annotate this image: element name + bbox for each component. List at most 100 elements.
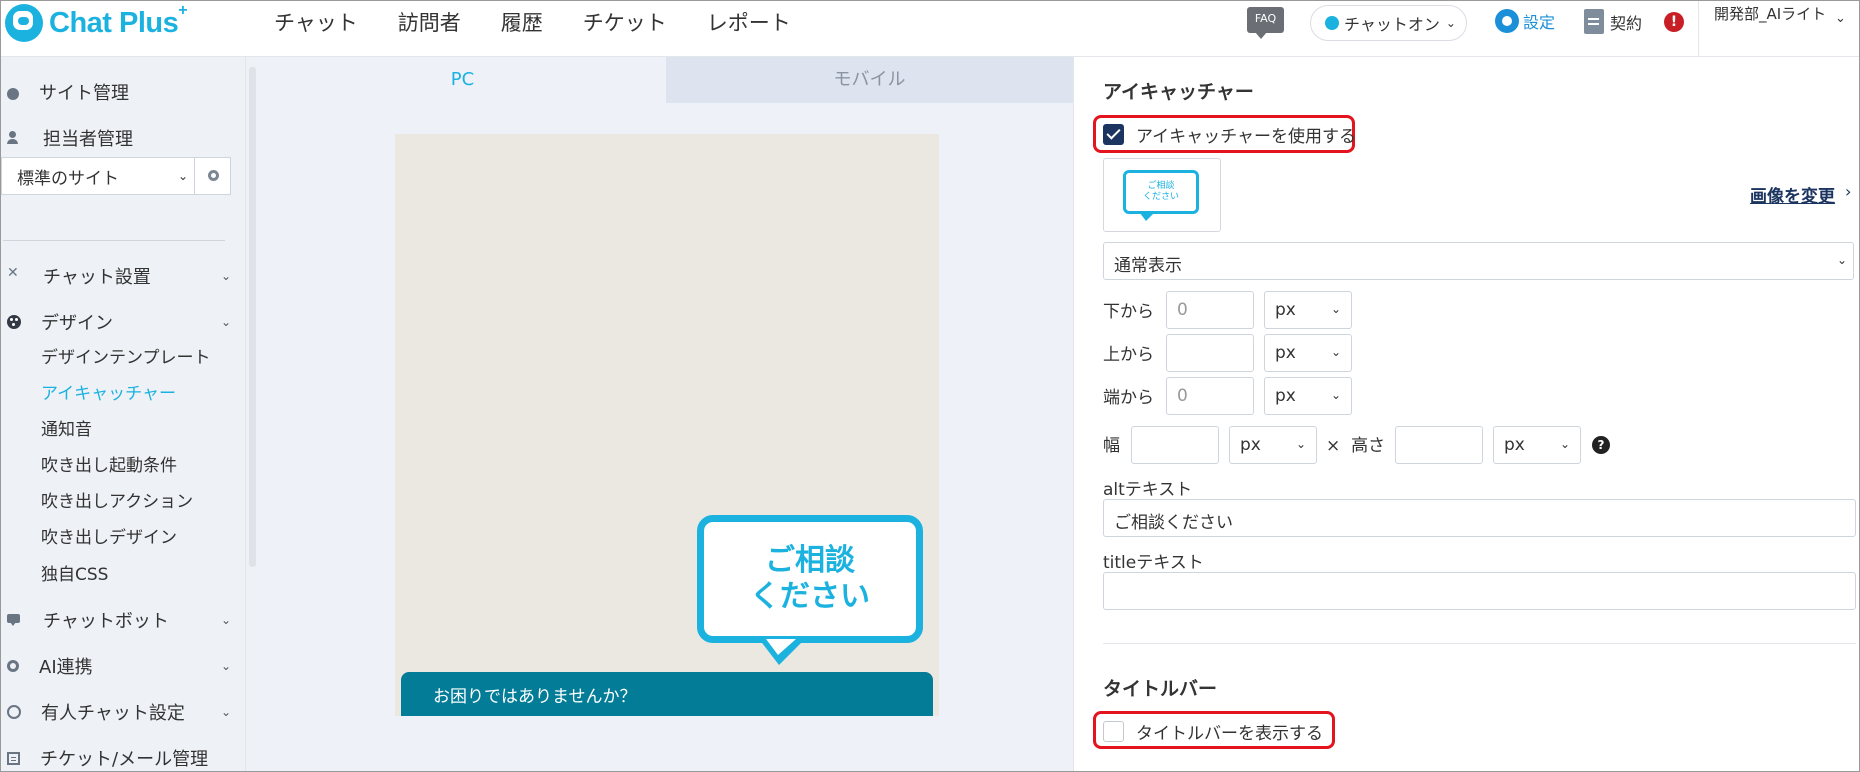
- change-image-link[interactable]: 画像を変更: [1750, 182, 1835, 207]
- sidebar-item-label: サイト管理: [39, 83, 129, 104]
- site-select[interactable]: 標準のサイト ⌄: [1, 157, 231, 195]
- settings-link[interactable]: 設定: [1495, 9, 1555, 33]
- width-unit-select[interactable]: px ⌄: [1229, 426, 1317, 464]
- scrollbar-thumb[interactable]: [249, 67, 256, 567]
- chevron-down-icon: ⌄: [220, 315, 231, 329]
- app-window: Chat Plus+ チャット 訪問者 履歴 チケット レポート FAQ チャッ…: [0, 0, 1860, 772]
- document-icon: [1584, 9, 1604, 34]
- sidebar-subitem-balloon-action[interactable]: 吹き出しアクション: [41, 487, 193, 512]
- sidebar-item-site-management[interactable]: サイト管理: [7, 79, 231, 105]
- ticket-icon: [7, 751, 20, 765]
- top-offset-unit-select[interactable]: px ⌄: [1264, 334, 1352, 372]
- bottom-offset-label: 下から: [1103, 302, 1154, 322]
- eyecatcher-tail-inner: [766, 639, 796, 655]
- use-eyecatcher-label: アイキャッチャーを使用する: [1136, 127, 1356, 147]
- chevron-down-icon: ⌄: [220, 613, 231, 627]
- headset-icon: [7, 705, 21, 719]
- width-input[interactable]: [1131, 426, 1219, 464]
- sidebar-subitem-notification-sound[interactable]: 通知音: [41, 415, 92, 440]
- top-header: Chat Plus+ チャット 訪問者 履歴 チケット レポート FAQ チャッ…: [1, 1, 1859, 57]
- tab-pc[interactable]: PC: [259, 57, 666, 103]
- contract-link[interactable]: 契約: [1584, 9, 1642, 34]
- alt-text-input[interactable]: ご相談ください: [1103, 499, 1856, 537]
- use-eyecatcher-checkbox-row[interactable]: アイキャッチャーを使用する: [1103, 122, 1356, 147]
- chevron-down-icon: ⌄: [1836, 253, 1847, 267]
- sidebar-subitem-custom-css[interactable]: 独自CSS: [41, 560, 108, 585]
- chevron-down-icon[interactable]: ⌄: [1835, 11, 1846, 26]
- faq-icon[interactable]: FAQ: [1247, 7, 1284, 39]
- palette-icon: [7, 315, 21, 329]
- eyecatcher-bubble[interactable]: ご相談 ください: [697, 515, 923, 643]
- sidebar-subitem-balloon-design[interactable]: 吹き出しデザイン: [41, 523, 177, 548]
- show-titlebar-label: タイトルバーを表示する: [1136, 724, 1323, 744]
- status-label: チャットオン: [1344, 15, 1440, 34]
- height-unit-select[interactable]: px ⌄: [1493, 426, 1581, 464]
- use-eyecatcher-checkbox[interactable]: [1103, 124, 1124, 145]
- sidebar-item-chat-install[interactable]: チャット設置 ⌄: [7, 263, 231, 289]
- thumbnail-tail: [1140, 213, 1154, 221]
- chevron-down-icon: ⌄: [1330, 345, 1341, 359]
- thumb-line-1: ご相談: [1147, 181, 1175, 191]
- status-dot-icon: [1325, 16, 1339, 30]
- chat-title-bar[interactable]: お困りではありませんか？: [401, 672, 933, 716]
- chat-status-toggle[interactable]: チャットオン ⌄: [1310, 5, 1467, 41]
- chatbot-icon: [7, 612, 23, 628]
- sidebar-scrollbar[interactable]: [245, 57, 259, 771]
- chevron-down-icon: ⌄: [1330, 388, 1341, 402]
- ai-icon: [7, 660, 19, 672]
- sidebar-divider: [3, 240, 225, 241]
- main-nav: チャット 訪問者 履歴 チケット レポート: [274, 7, 831, 37]
- nav-chat[interactable]: チャット: [274, 7, 358, 37]
- sidebar-item-manned-chat[interactable]: 有人チャット設定 ⌄: [7, 699, 231, 725]
- bottom-offset-input[interactable]: 0: [1166, 291, 1254, 329]
- nav-history[interactable]: 履歴: [501, 7, 543, 37]
- sidebar-item-label: デザイン: [41, 313, 113, 334]
- alt-text-label: altテキスト: [1103, 480, 1193, 500]
- times-symbol: × 高さ: [1326, 436, 1386, 456]
- eyecatcher-image-thumbnail: ご相談 ください: [1103, 158, 1221, 232]
- sidebar-item-design[interactable]: デザイン ⌄: [7, 309, 231, 335]
- sidebar-subitem-eyecatcher[interactable]: アイキャッチャー: [41, 379, 176, 404]
- tab-mobile[interactable]: モバイル: [666, 57, 1073, 103]
- chatplus-logo[interactable]: Chat Plus+: [5, 2, 188, 43]
- user-menu[interactable]: 開発部_AIライト: [1714, 3, 1829, 25]
- height-input[interactable]: [1395, 426, 1483, 464]
- show-titlebar-checkbox-row[interactable]: タイトルバーを表示する: [1103, 719, 1323, 744]
- sidebar-item-ticket-mail[interactable]: チケット/メール管理: [7, 745, 231, 771]
- nav-reports[interactable]: レポート: [707, 7, 791, 37]
- top-offset-input[interactable]: [1166, 334, 1254, 372]
- alert-icon[interactable]: !: [1664, 12, 1684, 32]
- help-icon[interactable]: ?: [1592, 436, 1610, 454]
- title-text-input[interactable]: [1103, 572, 1856, 610]
- chevron-down-icon: ⌄: [1295, 437, 1306, 451]
- show-titlebar-checkbox[interactable]: [1103, 721, 1124, 742]
- preview-canvas: ご相談 ください お困りではありませんか？: [395, 134, 939, 716]
- side-offset-input[interactable]: 0: [1166, 377, 1254, 415]
- chevron-right-icon[interactable]: ›: [1845, 182, 1851, 201]
- chevron-down-icon: ⌄: [220, 705, 231, 719]
- sidebar-item-chatbot[interactable]: チャットボット ⌄: [7, 607, 231, 633]
- display-mode-select[interactable]: 通常表示 ⌄: [1103, 242, 1854, 280]
- sidebar-item-label: チャット設置: [43, 267, 151, 288]
- width-label: 幅: [1103, 436, 1120, 456]
- chevron-down-icon: ⌄: [1445, 16, 1456, 30]
- preview-area: PC モバイル ご相談 ください お困りではありませんか？: [259, 57, 1073, 771]
- site-gear-icon: [7, 87, 19, 100]
- display-mode-value: 通常表示: [1114, 256, 1182, 276]
- titlebar-heading: タイトルバー: [1103, 678, 1218, 700]
- bottom-offset-unit-select[interactable]: px ⌄: [1264, 291, 1352, 329]
- nav-visitors[interactable]: 訪問者: [398, 7, 461, 37]
- chevron-down-icon: ⌄: [1559, 437, 1570, 451]
- site-settings-gear-icon[interactable]: [194, 158, 230, 194]
- header-separator: [1698, 1, 1699, 57]
- nav-tickets[interactable]: チケット: [583, 7, 667, 37]
- sidebar-item-label: AI連携: [39, 657, 93, 678]
- sidebar-subitem-design-template[interactable]: デザインテンプレート: [41, 343, 211, 368]
- side-offset-unit-select[interactable]: px ⌄: [1264, 377, 1352, 415]
- sidebar-item-ai[interactable]: AI連携 ⌄: [7, 653, 231, 679]
- sidebar-subitem-balloon-trigger[interactable]: 吹き出し起動条件: [41, 451, 177, 476]
- sidebar-item-staff-management[interactable]: 担当者管理: [7, 125, 231, 151]
- site-select-value: 標準のサイト: [17, 168, 119, 189]
- eyecatcher-line-1: ご相談: [765, 543, 855, 578]
- sidebar: サイト管理 担当者管理 標準のサイト ⌄ チャット設置 ⌄ デザイン ⌄ デザイ…: [1, 57, 245, 771]
